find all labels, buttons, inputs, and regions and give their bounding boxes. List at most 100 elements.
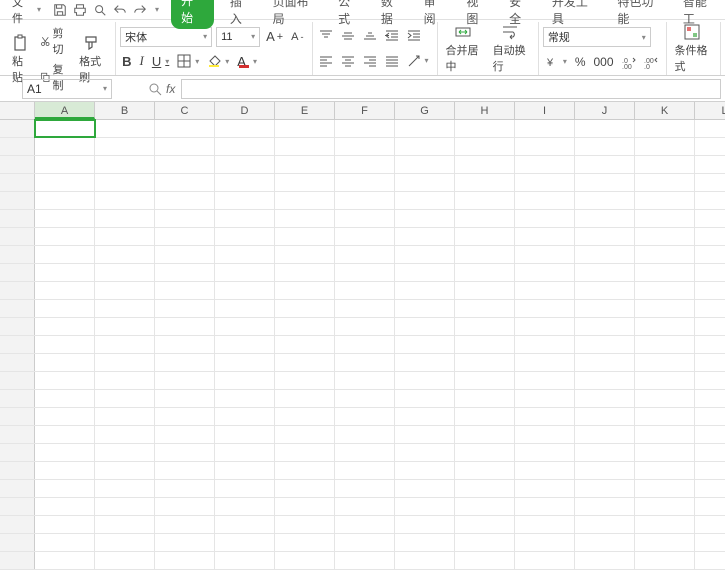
cell[interactable] — [335, 390, 395, 407]
cell[interactable] — [335, 156, 395, 173]
tab-start[interactable]: 开始 — [171, 0, 214, 29]
cell[interactable] — [155, 300, 215, 317]
cell[interactable] — [515, 462, 575, 479]
row-header[interactable] — [0, 516, 35, 533]
row-header[interactable] — [0, 210, 35, 227]
cell[interactable] — [695, 300, 725, 317]
fx-label[interactable]: fx — [148, 82, 175, 96]
column-header[interactable]: H — [455, 102, 515, 119]
cell[interactable] — [215, 264, 275, 281]
cell[interactable] — [35, 462, 95, 479]
cell[interactable] — [335, 372, 395, 389]
increase-font-button[interactable]: A+ — [264, 28, 285, 45]
cell[interactable] — [395, 480, 455, 497]
cell[interactable] — [455, 210, 515, 227]
cell[interactable] — [575, 390, 635, 407]
cell[interactable] — [455, 498, 515, 515]
cell[interactable] — [275, 318, 335, 335]
cell[interactable] — [515, 210, 575, 227]
row-header[interactable] — [0, 174, 35, 191]
align-center-button[interactable] — [339, 53, 357, 69]
cell[interactable] — [95, 282, 155, 299]
cell[interactable] — [575, 174, 635, 191]
cell[interactable] — [515, 444, 575, 461]
cell[interactable] — [395, 354, 455, 371]
cell[interactable] — [515, 192, 575, 209]
cell[interactable] — [515, 552, 575, 569]
cell[interactable] — [35, 318, 95, 335]
cell[interactable] — [35, 174, 95, 191]
comma-button[interactable]: 000 — [592, 54, 616, 70]
cell[interactable] — [155, 192, 215, 209]
cell[interactable] — [695, 390, 725, 407]
cell[interactable] — [335, 408, 395, 425]
cell[interactable] — [275, 534, 335, 551]
cell[interactable] — [95, 174, 155, 191]
merge-center-button[interactable]: 合并居中 — [442, 21, 485, 76]
cell[interactable] — [335, 354, 395, 371]
cell[interactable] — [155, 372, 215, 389]
cell[interactable] — [335, 552, 395, 569]
cell[interactable] — [335, 264, 395, 281]
row-header[interactable] — [0, 120, 35, 137]
cell[interactable] — [155, 228, 215, 245]
cell[interactable] — [275, 480, 335, 497]
cell[interactable] — [275, 372, 335, 389]
tab-ai[interactable]: 智能工 — [679, 0, 721, 29]
cell[interactable] — [635, 300, 695, 317]
cell[interactable] — [455, 390, 515, 407]
cell[interactable] — [275, 354, 335, 371]
cell[interactable] — [335, 246, 395, 263]
cell[interactable] — [695, 192, 725, 209]
cell[interactable] — [635, 264, 695, 281]
cell[interactable] — [155, 498, 215, 515]
name-box[interactable]: A1 ▾ — [22, 79, 112, 99]
tab-security[interactable]: 安全 — [505, 0, 536, 29]
cell[interactable] — [155, 354, 215, 371]
row-header[interactable] — [0, 318, 35, 335]
cell[interactable] — [35, 426, 95, 443]
cell[interactable] — [335, 516, 395, 533]
row-header[interactable] — [0, 354, 35, 371]
column-header[interactable]: F — [335, 102, 395, 119]
cell[interactable] — [395, 552, 455, 569]
row-header[interactable] — [0, 480, 35, 497]
cell[interactable] — [635, 354, 695, 371]
cell[interactable] — [395, 264, 455, 281]
row-header[interactable] — [0, 426, 35, 443]
cell[interactable] — [395, 228, 455, 245]
decrease-indent-button[interactable] — [383, 28, 401, 44]
cell[interactable] — [95, 390, 155, 407]
cell[interactable] — [215, 138, 275, 155]
cell[interactable] — [155, 426, 215, 443]
cell[interactable] — [575, 264, 635, 281]
column-header[interactable]: D — [215, 102, 275, 119]
cell[interactable] — [635, 552, 695, 569]
cell[interactable] — [95, 480, 155, 497]
cell[interactable] — [155, 462, 215, 479]
cell[interactable] — [95, 264, 155, 281]
cell[interactable] — [215, 372, 275, 389]
cell[interactable] — [515, 426, 575, 443]
cell[interactable] — [155, 552, 215, 569]
cell[interactable] — [275, 282, 335, 299]
cell[interactable] — [215, 498, 275, 515]
undo-icon[interactable] — [113, 3, 127, 17]
cell[interactable] — [695, 444, 725, 461]
cell[interactable] — [275, 264, 335, 281]
align-top-button[interactable] — [317, 28, 335, 44]
cell[interactable] — [95, 300, 155, 317]
italic-button[interactable]: I — [138, 52, 146, 70]
cut-button[interactable]: 剪切 — [38, 24, 71, 58]
row-header[interactable] — [0, 498, 35, 515]
cell[interactable] — [215, 426, 275, 443]
cell[interactable] — [155, 318, 215, 335]
row-header[interactable] — [0, 552, 35, 569]
cell[interactable] — [575, 192, 635, 209]
cell[interactable] — [455, 228, 515, 245]
cell[interactable] — [515, 354, 575, 371]
cell[interactable] — [155, 120, 215, 137]
cell[interactable] — [215, 156, 275, 173]
cell[interactable] — [335, 300, 395, 317]
cell[interactable] — [395, 444, 455, 461]
